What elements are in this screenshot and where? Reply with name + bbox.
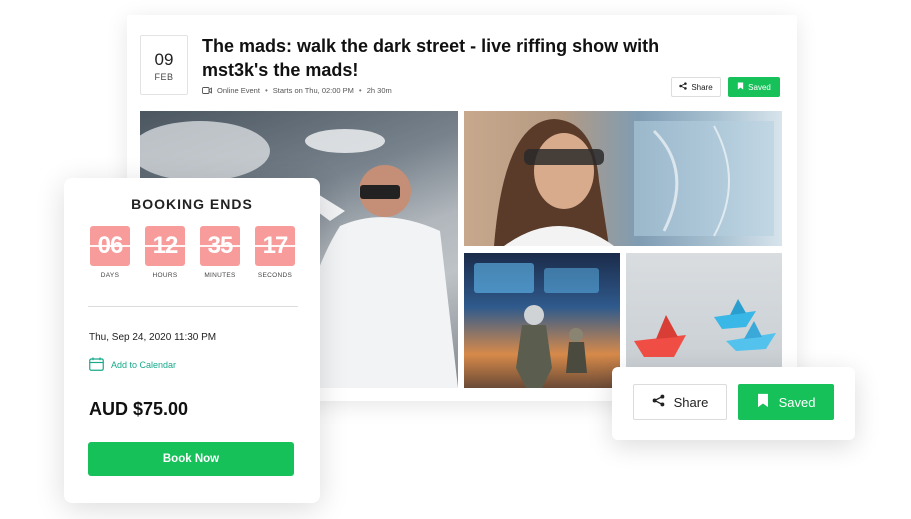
book-now-button[interactable]: Book Now xyxy=(88,442,294,476)
countdown-minutes: 35 MINUTES xyxy=(200,226,240,279)
countdown-value: 12 xyxy=(145,226,185,266)
countdown-label: MINUTES xyxy=(204,272,236,279)
booking-card: BOOKING ENDS 06 DAYS 12 HOURS 35 MINUTES… xyxy=(64,178,320,503)
ticket-price: AUD $75.00 xyxy=(89,399,189,419)
booking-date: Thu, Sep 24, 2020 11:30 PM xyxy=(89,332,217,343)
countdown-label: SECONDS xyxy=(257,272,293,279)
countdown-label: HOURS xyxy=(152,272,178,279)
share-button[interactable]: Share xyxy=(633,384,727,420)
add-to-calendar-link[interactable]: Add to Calendar xyxy=(89,357,176,373)
meta-separator: • xyxy=(358,86,362,95)
booking-title: BOOKING ENDS xyxy=(131,196,253,212)
countdown-seconds: 17 SECONDS xyxy=(255,226,295,279)
bookmark-icon xyxy=(757,393,769,411)
stage: 09 FEB The mads: walk the dark street - … xyxy=(0,0,911,519)
share-label: Share xyxy=(673,394,709,410)
video-camera-icon xyxy=(202,87,212,94)
share-popup: Share Saved xyxy=(612,367,855,440)
event-type: Online Event xyxy=(217,86,260,95)
event-photo-scientist xyxy=(464,111,782,246)
event-month: FEB xyxy=(154,72,174,82)
event-duration: 2h 30m xyxy=(366,86,392,95)
share-icon xyxy=(652,394,665,410)
calendar-icon xyxy=(89,357,104,373)
countdown-value: 06 xyxy=(90,226,130,266)
saved-button-small[interactable]: Saved xyxy=(728,77,780,97)
share-icon xyxy=(679,82,687,92)
event-meta: Online Event • Starts on Thu, 02:00 PM •… xyxy=(202,86,392,95)
countdown-label: DAYS xyxy=(100,272,120,279)
countdown-value: 35 xyxy=(200,226,240,266)
countdown-value: 17 xyxy=(255,226,295,266)
countdown-hours: 12 HOURS xyxy=(145,226,185,279)
meta-separator: • xyxy=(264,86,268,95)
event-day: 09 xyxy=(154,50,174,69)
saved-label: Saved xyxy=(748,82,771,92)
event-start: Starts on Thu, 02:00 PM xyxy=(272,86,354,95)
event-date-box: 09 FEB xyxy=(140,35,188,95)
share-button-small[interactable]: Share xyxy=(671,77,721,97)
saved-button[interactable]: Saved xyxy=(738,384,834,420)
saved-label: Saved xyxy=(778,394,816,410)
event-title: The mads: walk the dark street - live ri… xyxy=(202,36,660,80)
bookmark-icon xyxy=(737,82,744,92)
add-to-calendar-label: Add to Calendar xyxy=(111,360,177,370)
divider xyxy=(88,306,298,307)
countdown-days: 06 DAYS xyxy=(90,226,130,279)
event-photo-soldier xyxy=(464,253,620,388)
share-label: Share xyxy=(691,82,713,92)
